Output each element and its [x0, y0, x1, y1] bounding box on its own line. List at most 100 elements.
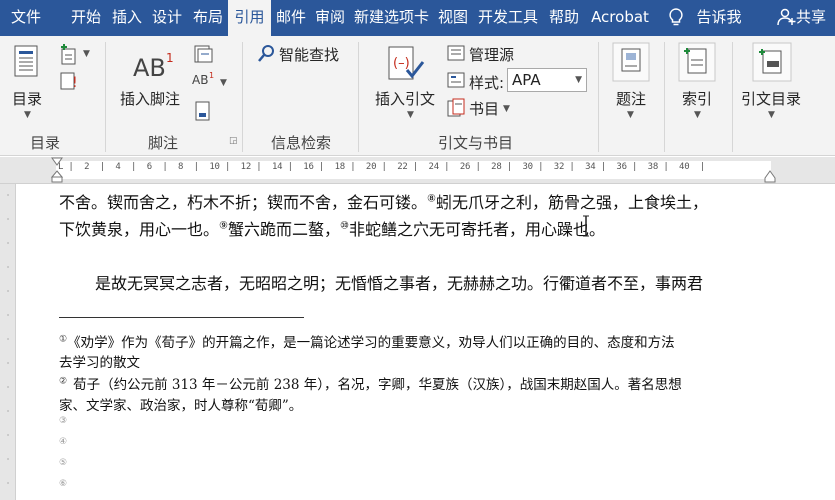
captions-button[interactable]: 题注 [616, 88, 646, 109]
tab-new-tab[interactable]: 新建选项卡 [349, 0, 434, 36]
group-label-research: 信息检索 [271, 134, 332, 152]
group-separator [358, 42, 359, 152]
mark-entry-icon[interactable] [678, 42, 716, 82]
table-of-authorities-button[interactable]: 引文目录 [741, 88, 801, 109]
tab-view[interactable]: 视图 [434, 0, 472, 36]
citation-style-icon [447, 72, 465, 88]
footnote-1: ①《劝学》作为《荀子》的开篇之作，是一篇论述学习的重要意义，劝导人们以正确的目的… [59, 331, 675, 352]
toc-dropdown-caret[interactable]: ▼ [24, 110, 31, 120]
tab-help[interactable]: 帮助 [544, 0, 584, 36]
tab-references[interactable]: 引用 [228, 0, 271, 37]
add-text-icon[interactable] [58, 44, 80, 66]
table-of-contents-icon[interactable] [13, 44, 43, 80]
insert-footnote-button[interactable]: 插入脚注 [120, 88, 180, 109]
tab-home[interactable]: 开始 [64, 0, 108, 36]
citation-style-select[interactable]: APA ▼ [507, 68, 587, 92]
footnote-4-mark[interactable]: ④ [59, 437, 67, 447]
footnotes-dialog-launcher[interactable]: ◲ [229, 136, 238, 146]
tab-developer[interactable]: 开发工具 [472, 0, 544, 36]
insert-endnote-icon[interactable] [192, 44, 214, 64]
insert-citation-button[interactable]: 插入引文 [375, 88, 435, 109]
tab-mailings[interactable]: 邮件 [271, 0, 311, 36]
tab-file[interactable]: 文件 [0, 0, 52, 36]
text-cursor-icon [583, 215, 589, 237]
show-notes-icon[interactable] [194, 100, 212, 122]
ruler-ticks: L | 2 | 4 | 6 | 8 | 10 | 12 | 14 | 16 | … [58, 162, 706, 172]
body-line-1: 不舍。锲而舍之，朽木不折；锲而不舍，金石可镂。⑧蚓无爪牙之利，筋骨之强，上食埃土… [59, 189, 708, 213]
body-text: 不舍。锲而舍之，朽木不折；锲而不舍，金石可镂。 [59, 193, 428, 212]
body-line-2: 下饮黄泉，用心一也。⑨蟹六跪而二螯，⑩非蛇鳝之穴无可寄托者，用心躁也。 [59, 216, 605, 240]
group-label-toc: 目录 [30, 134, 61, 152]
tell-me-box[interactable]: 告诉我 [688, 0, 750, 36]
add-text-dropdown-caret[interactable]: ▼ [83, 49, 90, 59]
footnote-mark: ① [59, 334, 68, 345]
tab-design[interactable]: 设计 [147, 0, 187, 36]
insert-citation-icon[interactable]: (–) [385, 44, 425, 84]
group-label-footnotes: 脚注 [148, 134, 179, 152]
vertical-ruler[interactable]: · · · · · · · · · · · · · [0, 184, 16, 500]
svg-text:1: 1 [166, 51, 174, 65]
indent-marker-icon[interactable] [51, 157, 63, 184]
vertical-ruler-ticks: · · · · · · · · · · · · · [6, 191, 10, 488]
next-footnote-icon[interactable]: AB 1 [191, 70, 217, 90]
insert-caption-icon[interactable] [612, 42, 650, 82]
bibliography-icon[interactable] [446, 98, 466, 118]
index-button[interactable]: 索引 [682, 88, 712, 109]
tab-layout[interactable]: 布局 [188, 0, 228, 36]
svg-text:AB: AB [192, 73, 208, 87]
body-text: 蟹六跪而二螯， [227, 220, 340, 239]
manage-sources-button[interactable]: 管理源 [469, 44, 514, 65]
citation-style-label: 样式: [469, 74, 505, 92]
toc-button[interactable]: 目录 [12, 88, 42, 109]
group-separator [664, 42, 665, 152]
footnote-reference[interactable]: ⑧ [427, 194, 436, 205]
svg-text:!: ! [72, 75, 78, 91]
body-text: 下饮黄泉，用心一也。 [59, 220, 220, 239]
footnote-separator [59, 317, 304, 318]
footnote-1-continued: 去学习的散文 [59, 355, 140, 371]
citation-style-value: APA [512, 71, 541, 89]
insert-footnote-icon[interactable]: AB 1 [133, 50, 175, 82]
insert-citation-dropdown-caret[interactable]: ▼ [407, 110, 414, 120]
body-text: 非蛇鳝之穴无可寄托者，用心躁也。 [348, 220, 605, 239]
group-separator [732, 42, 733, 152]
body-line-3: 是故无冥冥之志者，无昭昭之明；无惛惛之事者，无赫赫之功。行衢道者不至，事两君 [95, 274, 704, 293]
manage-sources-icon[interactable] [446, 44, 466, 62]
group-separator [242, 42, 243, 152]
svg-text:AB: AB [133, 54, 166, 82]
bibliography-button[interactable]: 书目 [469, 98, 499, 119]
tab-insert[interactable]: 插入 [108, 0, 146, 36]
footnote-5-mark[interactable]: ⑤ [59, 458, 67, 468]
smart-lookup-button[interactable]: 智能查找 [279, 44, 339, 65]
footnote-reference[interactable]: ⑨ [219, 221, 228, 232]
captions-dropdown-caret[interactable]: ▼ [627, 110, 634, 120]
update-table-icon[interactable]: ! [58, 70, 80, 92]
group-label-citations: 引文与书目 [438, 134, 514, 152]
svg-text:1: 1 [209, 71, 214, 80]
footnote-3-mark[interactable]: ③ [59, 416, 67, 426]
footnote-6-mark[interactable]: ⑥ [59, 479, 67, 489]
body-text: 蚓无爪牙之利，筋骨之强，上食埃土， [435, 193, 708, 212]
table-of-authorities-dropdown-caret[interactable]: ▼ [768, 110, 775, 120]
tab-review[interactable]: 审阅 [311, 0, 349, 36]
lightbulb-icon[interactable] [666, 7, 686, 27]
smart-lookup-icon[interactable] [256, 44, 276, 64]
share-button[interactable]: 共享 [796, 0, 835, 36]
footnote-text: 荀子（约公元前 313 年－公元前 238 年），名况，字卿，华夏族（汉族），战… [73, 377, 682, 393]
tab-acrobat[interactable]: Acrobat [585, 0, 655, 36]
footnote-2: ② 荀子（约公元前 313 年－公元前 238 年），名况，字卿，华夏族（汉族），… [59, 373, 682, 394]
bibliography-dropdown-caret[interactable]: ▼ [503, 104, 510, 114]
mark-citation-icon[interactable] [752, 42, 792, 82]
chevron-down-icon[interactable]: ▼ [575, 75, 582, 85]
next-footnote-dropdown-caret[interactable]: ▼ [220, 78, 227, 88]
horizontal-ruler[interactable]: L | 2 | 4 | 6 | 8 | 10 | 12 | 14 | 16 | … [0, 157, 835, 184]
footnote-reference[interactable]: ⑩ [340, 221, 349, 232]
document-page[interactable]: 不舍。锲而舍之，朽木不折；锲而不舍，金石可镂。⑧蚓无爪牙之利，筋骨之强，上食埃土… [17, 184, 835, 500]
share-person-icon[interactable] [776, 7, 796, 27]
footnote-2-continued: 家、文学家、政治家，时人尊称“荀卿”。 [59, 398, 303, 414]
right-indent-marker-icon[interactable] [764, 169, 776, 183]
group-separator [598, 42, 599, 152]
ribbon-references: 目录 ▼ ▼ ! 目录 AB 1 插入脚注 AB 1 ▼ 脚注 ◲ 智能查找 信… [0, 36, 835, 156]
footnote-mark: ② [59, 376, 68, 387]
index-dropdown-caret[interactable]: ▼ [694, 110, 701, 120]
